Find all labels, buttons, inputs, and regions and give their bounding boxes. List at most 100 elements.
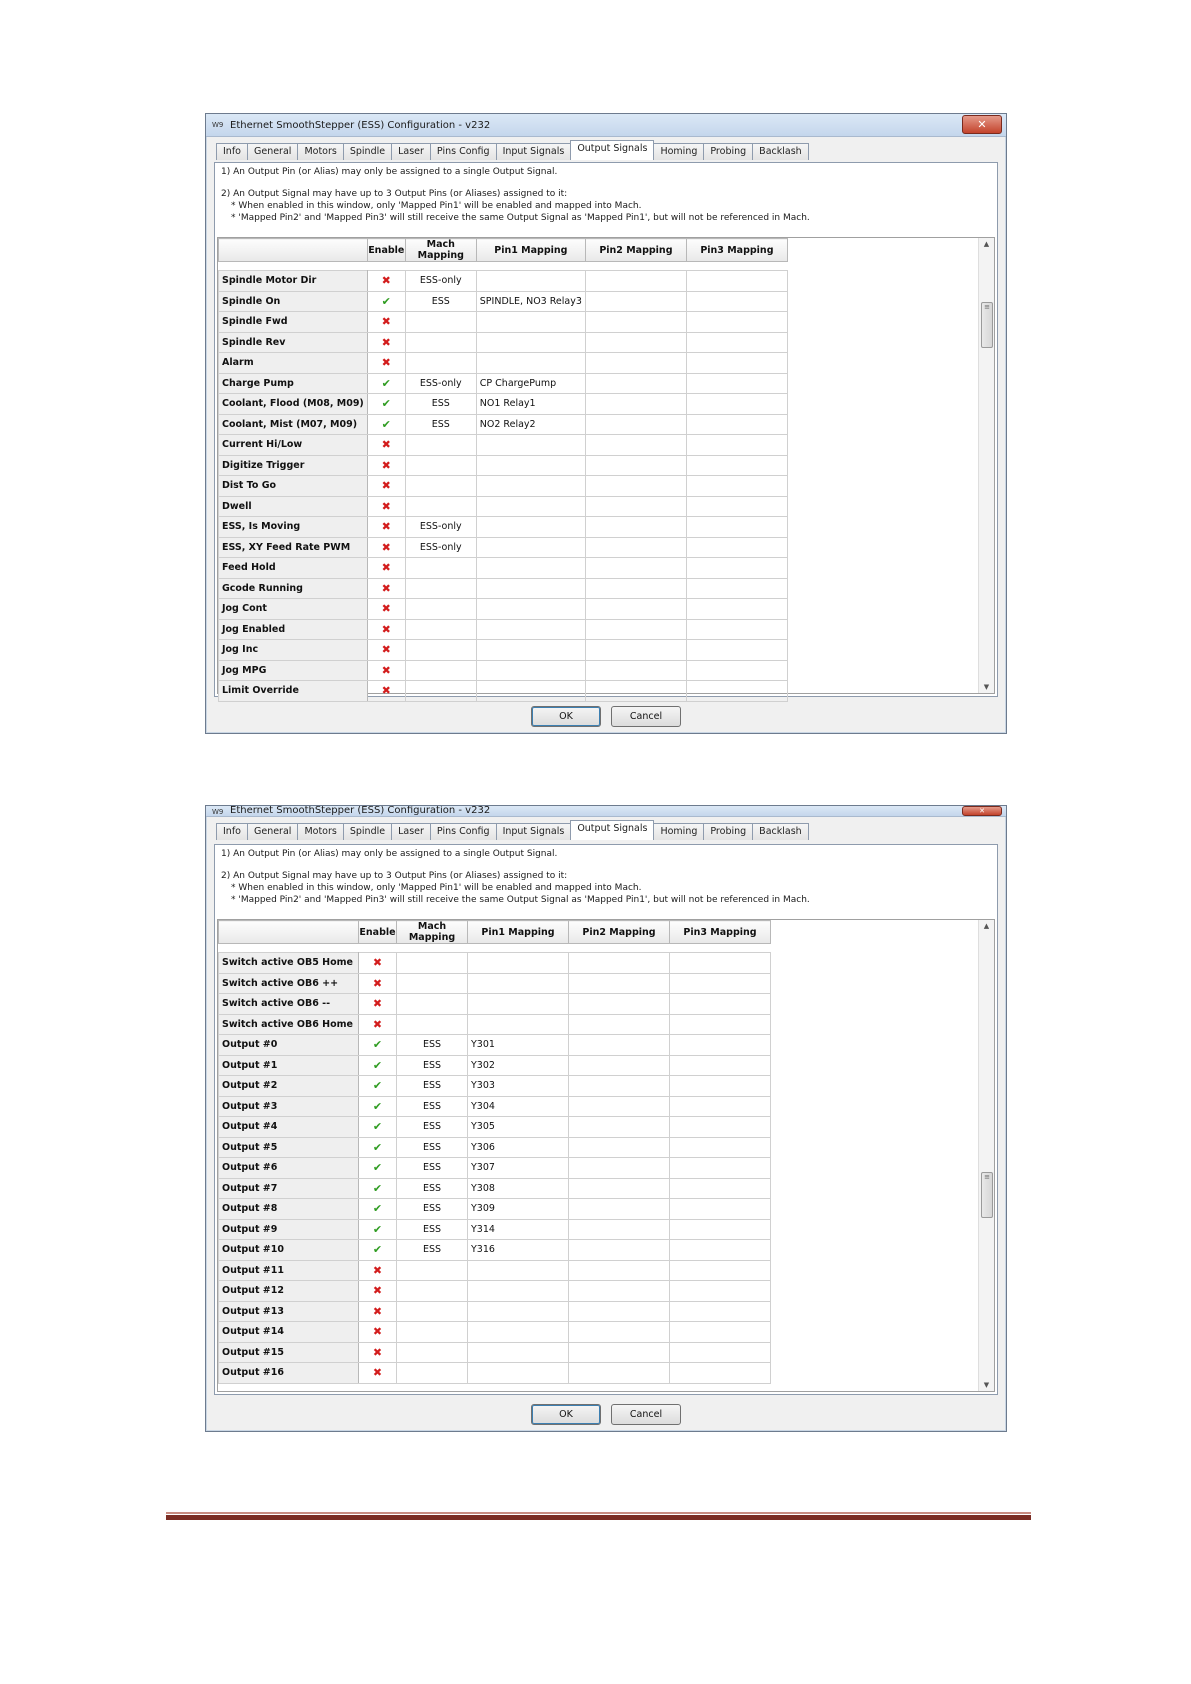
pin3-mapping-cell[interactable] [685,598,788,620]
table-row[interactable]: Output #7 ✔ ESS Y308 [218,1177,771,1199]
pin2-mapping-cell[interactable] [568,1218,670,1240]
pin3-mapping-cell[interactable] [669,1054,771,1076]
table-row[interactable]: Output #8 ✔ ESS Y309 [218,1198,771,1220]
mach-mapping-cell[interactable] [396,1300,468,1322]
pin1-mapping-cell[interactable] [467,1362,569,1384]
table-row[interactable]: Output #14 ✖ [218,1321,771,1343]
enable-toggle[interactable]: ✖ [366,618,406,640]
enable-toggle[interactable]: ✔ [366,290,406,312]
enable-toggle[interactable]: ✔ [358,1075,397,1097]
tab-input-signals[interactable]: Input Signals [495,823,572,840]
mach-mapping-cell[interactable] [396,972,468,994]
enable-toggle[interactable]: ✖ [358,1341,397,1363]
enable-toggle[interactable]: ✖ [358,952,397,974]
pin1-mapping-cell[interactable] [475,516,586,538]
pin1-mapping-cell[interactable]: Y308 [467,1177,569,1199]
enable-toggle[interactable]: ✖ [358,1321,397,1343]
pin3-mapping-cell[interactable] [669,1075,771,1097]
pin2-mapping-cell[interactable] [568,952,670,974]
pin1-mapping-cell[interactable] [467,1280,569,1302]
pin1-mapping-cell[interactable]: Y309 [467,1198,569,1220]
enable-toggle[interactable]: ✖ [366,516,406,538]
close-button[interactable]: ✕ [962,115,1002,134]
pin2-mapping-cell[interactable] [584,618,687,640]
pin1-mapping-cell[interactable] [475,536,586,558]
ok-button[interactable]: OK [531,706,601,727]
enable-toggle[interactable]: ✔ [358,1136,397,1158]
tab-backlash[interactable]: Backlash [752,823,809,840]
tab-input-signals[interactable]: Input Signals [495,143,572,160]
pin3-mapping-cell[interactable] [669,1300,771,1322]
pin2-mapping-cell[interactable] [584,659,687,681]
mach-mapping-cell[interactable]: ESS-only [404,516,477,538]
mach-mapping-cell[interactable] [404,659,477,681]
mach-mapping-cell[interactable]: ESS [396,1239,468,1261]
enable-toggle[interactable]: ✔ [366,393,406,415]
mach-mapping-cell[interactable] [396,993,468,1015]
table-row[interactable]: Switch active OB6 Home ✖ [218,1013,771,1035]
mach-mapping-cell[interactable] [404,598,477,620]
mach-mapping-cell[interactable] [404,475,477,497]
pin1-mapping-cell[interactable]: CP ChargePump [475,372,586,394]
pin1-mapping-cell[interactable]: NO1 Relay1 [475,393,586,415]
enable-toggle[interactable]: ✖ [358,1280,397,1302]
pin1-mapping-cell[interactable] [467,1341,569,1363]
table-row[interactable]: Output #12 ✖ [218,1280,771,1302]
enable-toggle[interactable]: ✖ [366,557,406,579]
tab-info[interactable]: Info [216,143,248,160]
enable-toggle[interactable]: ✖ [358,993,397,1015]
mach-mapping-cell[interactable] [404,639,477,661]
pin1-mapping-cell[interactable] [475,434,586,456]
enable-toggle[interactable]: ✔ [358,1095,397,1117]
table-row[interactable]: Output #11 ✖ [218,1259,771,1281]
scroll-thumb[interactable]: ≡ [981,301,993,348]
pin2-mapping-cell[interactable] [568,993,670,1015]
table-row[interactable]: Output #6 ✔ ESS Y307 [218,1157,771,1179]
pin3-mapping-cell[interactable] [685,311,788,333]
pin3-mapping-cell[interactable] [685,557,788,579]
table-row[interactable]: Spindle Fwd ✖ [218,311,788,333]
mach-mapping-cell[interactable] [396,952,468,974]
pin1-mapping-cell[interactable] [475,659,586,681]
mach-mapping-cell[interactable] [396,1013,468,1035]
pin1-mapping-cell[interactable] [475,311,586,333]
mach-mapping-cell[interactable] [396,1259,468,1281]
mach-mapping-cell[interactable]: ESS [404,393,477,415]
pin2-mapping-cell[interactable] [584,372,687,394]
pin3-mapping-cell[interactable] [685,680,788,702]
mach-mapping-cell[interactable]: ESS [396,1136,468,1158]
enable-toggle[interactable]: ✔ [358,1177,397,1199]
table-row[interactable]: Output #13 ✖ [218,1300,771,1322]
cancel-button[interactable]: Cancel [611,1404,681,1425]
tab-homing[interactable]: Homing [653,823,705,840]
pin2-mapping-cell[interactable] [584,475,687,497]
table-row[interactable]: Output #10 ✔ ESS Y316 [218,1239,771,1261]
pin2-mapping-cell[interactable] [584,536,687,558]
vertical-scrollbar[interactable]: ▲ ≡ ▼ [978,238,994,693]
mach-mapping-cell[interactable]: ESS [404,413,477,435]
pin3-mapping-cell[interactable] [669,1013,771,1035]
tab-probing[interactable]: Probing [703,143,754,160]
mach-mapping-cell[interactable] [404,454,477,476]
mach-mapping-cell[interactable]: ESS [396,1198,468,1220]
pin2-mapping-cell[interactable] [584,598,687,620]
enable-toggle[interactable]: ✖ [366,352,406,374]
pin1-mapping-cell[interactable]: Y305 [467,1116,569,1138]
tab-pins-config[interactable]: Pins Config [429,143,497,160]
enable-toggle[interactable]: ✖ [358,1300,397,1322]
pin2-mapping-cell[interactable] [584,434,687,456]
pin1-mapping-cell[interactable] [475,454,586,476]
pin3-mapping-cell[interactable] [685,454,788,476]
pin1-mapping-cell[interactable]: Y304 [467,1095,569,1117]
pin3-mapping-cell[interactable] [685,352,788,374]
pin1-mapping-cell[interactable] [475,270,586,292]
pin2-mapping-cell[interactable] [568,1300,670,1322]
table-row[interactable]: Digitize Trigger ✖ [218,454,788,476]
pin1-mapping-cell[interactable] [467,1259,569,1281]
pin2-mapping-cell[interactable] [584,454,687,476]
table-row[interactable]: Coolant, Flood (M08, M09) ✔ ESS NO1 Relay1 [218,393,788,415]
pin1-mapping-cell[interactable] [467,993,569,1015]
mach-mapping-cell[interactable]: ESS-only [404,270,477,292]
table-row[interactable]: Switch active OB6 -- ✖ [218,993,771,1015]
pin1-mapping-cell[interactable]: Y316 [467,1239,569,1261]
